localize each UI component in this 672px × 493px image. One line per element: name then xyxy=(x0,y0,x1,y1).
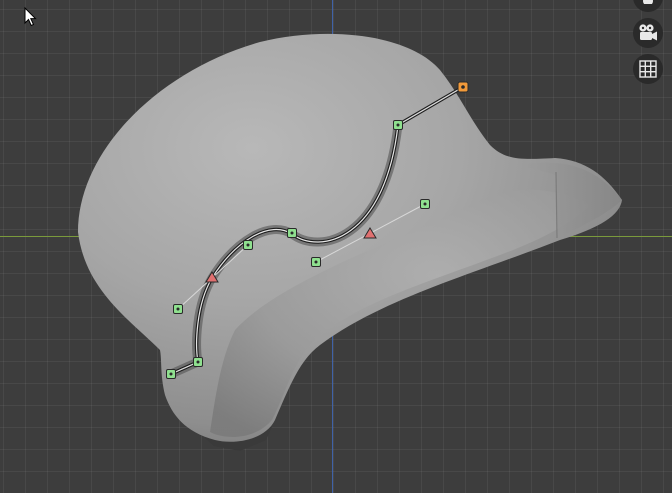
grid-icon xyxy=(639,60,657,78)
curve-handle-point[interactable] xyxy=(393,120,403,130)
curve-aligned-point[interactable] xyxy=(287,228,297,238)
camera-view-button[interactable] xyxy=(633,18,663,48)
mouse-pointer-icon xyxy=(24,7,37,27)
camera-icon xyxy=(639,24,657,41)
curve-aligned-point[interactable] xyxy=(193,357,203,367)
curve-handle-point[interactable] xyxy=(420,199,430,209)
orthographic-toggle-button[interactable] xyxy=(633,54,663,84)
curve-handle-point[interactable] xyxy=(173,304,183,314)
3d-viewport[interactable] xyxy=(0,0,672,493)
curve-handle-point[interactable] xyxy=(243,240,253,250)
mesh-object[interactable] xyxy=(78,33,622,451)
scene xyxy=(78,33,622,451)
curve-point-end[interactable] xyxy=(457,81,469,93)
view-icon xyxy=(643,0,653,4)
curve-handle-point[interactable] xyxy=(166,369,176,379)
curve-handle-point[interactable] xyxy=(311,257,321,267)
